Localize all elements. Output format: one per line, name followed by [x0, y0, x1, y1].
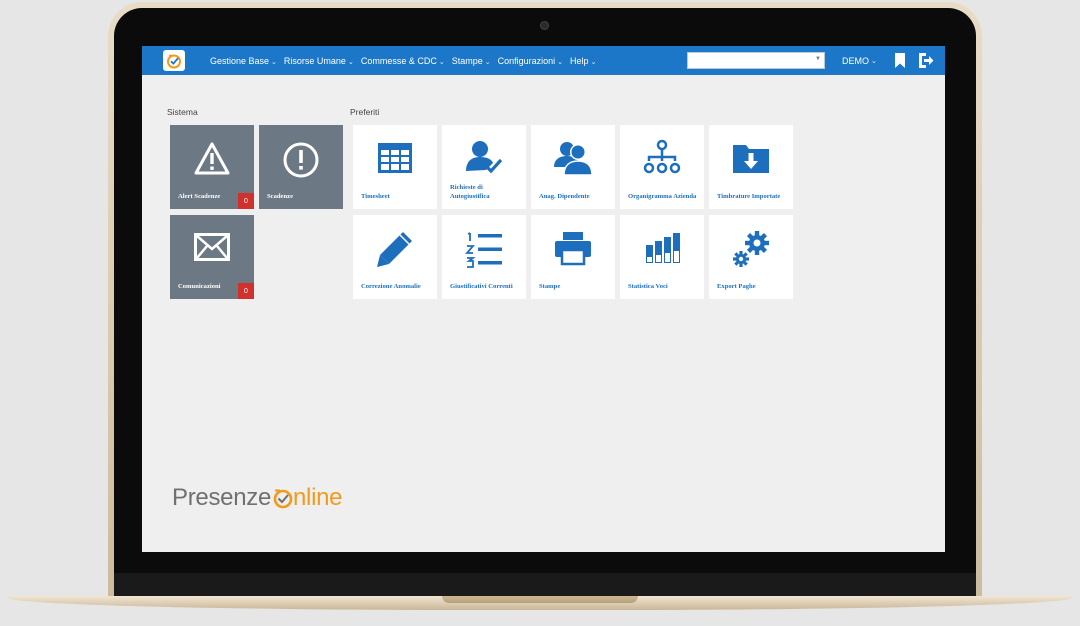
- laptop-chin: [114, 573, 976, 596]
- tile-statistica-voci[interactable]: Statistica Voci: [620, 215, 704, 299]
- bar-chart-icon: [646, 233, 680, 263]
- tile-icon-wrap: [442, 139, 526, 177]
- chevron-down-icon: ⌄: [484, 58, 491, 66]
- clock-o-icon: [273, 489, 293, 509]
- tile-timesheet[interactable]: Timesheet: [353, 125, 437, 209]
- tile-icon-wrap: [259, 141, 343, 179]
- envelope-icon: [194, 233, 230, 261]
- tile-label: Scadenze: [267, 193, 294, 201]
- tile-richieste-autogiustifica[interactable]: Richieste di Autogiustifica: [442, 125, 526, 209]
- user-menu[interactable]: DEMO ⌄: [842, 46, 877, 75]
- tile-giustificativi-correnti[interactable]: Giustificativi Correnti: [442, 215, 526, 299]
- printer-icon: [555, 232, 591, 266]
- tile-alert-scadenze[interactable]: Alert Scadenze 0: [170, 125, 254, 209]
- alert-count-badge: 0: [238, 193, 254, 209]
- tile-label: Organigramma Azienda: [628, 193, 697, 201]
- menu-help[interactable]: Help ⌄: [570, 56, 596, 66]
- menu-gestione-base[interactable]: Gestione Base ⌄: [210, 56, 277, 66]
- tile-timbrature-importate[interactable]: Timbrature Importate: [709, 125, 793, 209]
- brand-logo: Presenze nline: [172, 484, 343, 512]
- tile-label: Timbrature Importate: [717, 193, 781, 201]
- tile-icon-wrap: [620, 231, 704, 265]
- pencil-icon: [377, 232, 412, 267]
- menu-commesse-cdc[interactable]: Commesse & CDC ⌄: [361, 56, 445, 66]
- tile-icon-wrap: [170, 141, 254, 177]
- tile-icon-wrap: [531, 230, 615, 266]
- folder-download-icon: [733, 145, 769, 173]
- search-select[interactable]: ▼: [687, 52, 825, 69]
- app-logo[interactable]: [163, 50, 185, 71]
- tile-export-paghe[interactable]: Export Paghe: [709, 215, 793, 299]
- tile-icon-wrap: [442, 229, 526, 269]
- bookmark-icon[interactable]: [894, 52, 906, 69]
- chevron-down-icon: ⌄: [271, 58, 277, 66]
- menu-label: Gestione Base: [210, 55, 270, 66]
- tile-label: Anag. Dipendente: [539, 193, 590, 201]
- menu-label: Risorse Umane: [283, 55, 346, 66]
- tile-stampe[interactable]: Stampe: [531, 215, 615, 299]
- tile-comunicazioni[interactable]: Comunicazioni 0: [170, 215, 254, 299]
- brand-text-online: nline: [293, 484, 343, 511]
- chevron-down-icon: ⌄: [590, 58, 597, 66]
- menu-label: Stampe: [451, 55, 483, 66]
- brand-text-presenze: Presenze: [172, 484, 271, 511]
- grid-table-icon: [378, 143, 412, 173]
- tile-label: Giustificativi Correnti: [450, 283, 513, 291]
- chevron-down-icon: ⌄: [871, 57, 877, 65]
- menu-label: Help: [570, 55, 589, 66]
- gears-icon: [733, 231, 769, 267]
- menu-risorse-umane[interactable]: Risorse Umane ⌄: [284, 56, 354, 66]
- org-chart-icon: [643, 139, 681, 174]
- tile-icon-wrap: [353, 229, 437, 269]
- app-screen: Gestione Base ⌄ Risorse Umane ⌄ Commesse &…: [142, 46, 945, 552]
- top-navbar: Gestione Base ⌄ Risorse Umane ⌄ Commesse &…: [142, 46, 945, 75]
- tile-label: Export Paghe: [717, 283, 756, 291]
- tile-label: Stampe: [539, 283, 561, 291]
- tile-icon-wrap: [620, 139, 704, 177]
- tile-icon-wrap: [709, 141, 793, 175]
- logout-icon[interactable]: [918, 52, 934, 69]
- tile-label: Correzione Anomalie: [361, 283, 421, 291]
- menu-label: Configurazioni: [497, 55, 556, 66]
- dropdown-arrow-icon: ▼: [815, 56, 821, 62]
- tile-icon-wrap: [709, 229, 793, 269]
- preferiti-title: Preferiti: [350, 107, 380, 117]
- tile-organigramma-azienda[interactable]: Organigramma Azienda: [620, 125, 704, 209]
- exclamation-circle-icon: [283, 142, 319, 178]
- chevron-down-icon: ⌄: [557, 58, 564, 66]
- chevron-down-icon: ⌄: [347, 58, 354, 66]
- numbered-list-icon: [465, 232, 502, 268]
- main-menu: Gestione Base ⌄ Risorse Umane ⌄ Commesse &…: [210, 46, 603, 75]
- menu-label: Commesse & CDC: [360, 55, 437, 66]
- laptop-notch: [442, 596, 638, 603]
- warning-icon: [194, 142, 230, 175]
- tile-scadenze[interactable]: Scadenze: [259, 125, 343, 209]
- tile-icon-wrap: [531, 139, 615, 177]
- tile-label: Richieste di Autogiustifica: [450, 184, 490, 201]
- user-check-icon: [466, 141, 503, 174]
- user-name: DEMO: [842, 55, 869, 66]
- tile-anag-dipendente[interactable]: Anag. Dipendente: [531, 125, 615, 209]
- chevron-down-icon: ⌄: [438, 58, 445, 66]
- sistema-title: Sistema: [167, 107, 198, 117]
- message-count-badge: 0: [238, 283, 254, 299]
- menu-configurazioni[interactable]: Configurazioni ⌄: [498, 56, 563, 66]
- menu-stampe[interactable]: Stampe ⌄: [452, 56, 491, 66]
- clock-check-icon: [167, 54, 181, 68]
- tile-correzione-anomalie[interactable]: Correzione Anomalie: [353, 215, 437, 299]
- tile-icon-wrap: [353, 141, 437, 175]
- users-icon: [554, 142, 593, 176]
- tile-icon-wrap: [170, 231, 254, 263]
- tile-label: Timesheet: [361, 193, 390, 201]
- camera-icon: [540, 21, 549, 30]
- tile-label: Statistica Voci: [628, 283, 668, 291]
